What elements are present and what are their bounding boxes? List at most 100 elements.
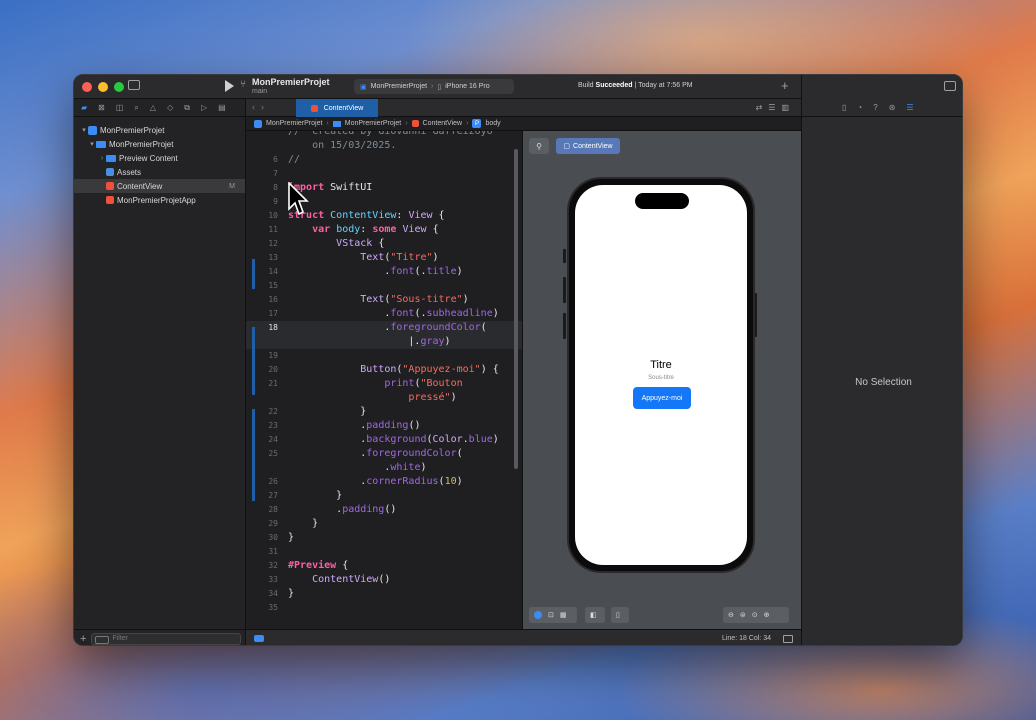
code-line[interactable]: 21 print("Bouton	[246, 377, 522, 391]
tree-item-contentview[interactable]: ContentView M	[74, 179, 245, 193]
breadcrumb-item[interactable]: MonPremierProjet	[345, 120, 401, 127]
code-line[interactable]: on 15/03/2025.	[246, 139, 522, 153]
chevron-right-icon[interactable]: ›	[98, 155, 106, 162]
close-button[interactable]	[82, 81, 92, 92]
panel-toggle-icon[interactable]	[783, 635, 793, 643]
tree-item-assets[interactable]: Assets	[74, 165, 245, 179]
tree-item-preview-content[interactable]: › Preview Content	[74, 151, 245, 165]
code-scrollbar[interactable]	[514, 149, 518, 469]
folder-icon[interactable]: ▰	[81, 103, 87, 112]
line-number: 11	[268, 225, 278, 234]
code-line[interactable]: 17 .font(.subheadline)	[246, 307, 522, 321]
code-line[interactable]: 29 }	[246, 517, 522, 531]
preview-chip[interactable]: ▢ ContentView	[556, 138, 620, 154]
zoom-out-icon[interactable]: ⊖	[728, 611, 734, 619]
code-text: Text("Sous-titre")	[360, 294, 469, 305]
code-line[interactable]: 35	[246, 601, 522, 615]
code-line[interactable]: 11 var body: some View {	[246, 223, 522, 237]
code-line[interactable]: 6 //	[246, 153, 522, 167]
code-line[interactable]: // Created by Giovanni Gaffeizoyo	[246, 131, 522, 139]
code-line[interactable]: 26 .cornerRadius(10)	[246, 475, 522, 489]
chevron-down-icon[interactable]: ▾	[80, 126, 88, 134]
preview-title: Titre	[650, 359, 672, 371]
editor-options-icon[interactable]: ⇄☰▥	[756, 103, 795, 112]
code-line[interactable]: 7	[246, 167, 522, 181]
device-icon[interactable]: ▯	[616, 611, 620, 619]
report-icon[interactable]: ▤	[218, 103, 226, 112]
code-line[interactable]: 18 .foregroundColor(	[246, 321, 522, 335]
code-line[interactable]: 23 .padding()	[246, 419, 522, 433]
code-line[interactable]: .white)	[246, 461, 522, 475]
help-icon[interactable]: ?	[873, 103, 877, 112]
code-line[interactable]: 31	[246, 545, 522, 559]
pin-icon[interactable]: ⚲	[529, 138, 549, 154]
search-icon[interactable]: ⌕	[134, 103, 138, 113]
nav-arrows-icon[interactable]: ‹›	[252, 102, 270, 112]
code-line[interactable]: 27 }	[246, 489, 522, 503]
code-line[interactable]: 16 Text("Sous-titre")	[246, 293, 522, 307]
code-text: struct ContentView: View {	[288, 210, 445, 221]
preview-button[interactable]: Appuyez-moi	[633, 387, 691, 409]
line-number: 21	[268, 379, 278, 388]
code-line[interactable]: 22 }	[246, 405, 522, 419]
code-line[interactable]: 15	[246, 279, 522, 293]
tree-item-app[interactable]: MonPremierProjetApp	[74, 193, 245, 207]
sidebar-toggle-icon[interactable]	[128, 80, 140, 90]
source-control-icon[interactable]: ⊠	[98, 103, 105, 112]
line-number: 30	[268, 533, 278, 542]
breakpoint-icon[interactable]: ▷	[201, 103, 207, 112]
breadcrumb-item[interactable]: MonPremierProjet	[266, 120, 322, 127]
chevron-down-icon[interactable]: ▾	[88, 140, 96, 148]
breadcrumb-item[interactable]: body	[485, 120, 500, 127]
live-mode-icon[interactable]	[534, 611, 542, 619]
zoom-fit-icon[interactable]: ⊙	[752, 611, 758, 619]
add-icon[interactable]: +	[781, 78, 789, 93]
code-line[interactable]: 34}	[246, 587, 522, 601]
filter-input[interactable]: Filter	[91, 632, 242, 645]
code-line[interactable]: 19	[246, 349, 522, 363]
code-line[interactable]: 20 Button("Appuyez-moi") {	[246, 363, 522, 377]
swift-file-icon	[411, 120, 419, 127]
line-number: 26	[268, 477, 278, 486]
add-file-icon[interactable]: +	[80, 633, 86, 645]
code-text: on 15/03/2025.	[288, 140, 397, 151]
minimize-button[interactable]	[98, 81, 108, 92]
device-settings-icon[interactable]: ◧	[590, 611, 597, 619]
scheme-selector[interactable]: ▣ MonPremierProjet › ▯ iPhone 16 Pro	[354, 79, 514, 94]
history-icon[interactable]: ◔	[857, 103, 862, 112]
code-line[interactable]: |.gray)	[246, 335, 522, 349]
test-icon[interactable]: ◇	[167, 103, 173, 112]
file-inspector-icon[interactable]: ▯	[842, 103, 846, 112]
debug-area-icon[interactable]	[254, 635, 264, 642]
debug-icon[interactable]: ⧉	[184, 103, 190, 113]
code-line[interactable]: 12 VStack {	[246, 237, 522, 251]
zoom-in-icon[interactable]: ⊕	[764, 611, 770, 619]
code-line[interactable]: 24 .background(Color.blue)	[246, 433, 522, 447]
bookmark-icon[interactable]: ◫	[116, 103, 124, 112]
tab-contentview[interactable]: ContentView	[296, 99, 378, 117]
code-line[interactable]: 33 ContentView()	[246, 573, 522, 587]
code-line[interactable]: 13 Text("Titre")	[246, 251, 522, 265]
size-inspector-icon[interactable]: ☰	[906, 103, 913, 112]
code-line[interactable]: 32 #Preview {	[246, 559, 522, 573]
tree-item-group[interactable]: ▾ MonPremierProjet	[74, 137, 245, 151]
code-line[interactable]: 14 .font(.title)	[246, 265, 522, 279]
issue-icon[interactable]: △	[150, 103, 156, 112]
zoom-100-icon[interactable]: ⊜	[740, 611, 746, 619]
attributes-icon[interactable]: ⊛	[889, 103, 896, 112]
project-title[interactable]: MonPremierProjet main	[252, 77, 330, 95]
run-button[interactable]	[225, 80, 234, 92]
code-line[interactable]: 30}	[246, 531, 522, 545]
zoom-button[interactable]	[114, 81, 124, 92]
code-line[interactable]: 25 .foregroundColor(	[246, 447, 522, 461]
code-line[interactable]: pressé")	[246, 391, 522, 405]
inspector-toggle-icon[interactable]	[944, 81, 956, 91]
tree-item-project[interactable]: ▾ MonPremierProjet	[74, 123, 245, 137]
line-number: 18	[268, 323, 278, 332]
variants-icon[interactable]: ▦	[560, 611, 567, 619]
breadcrumb-item[interactable]: ContentView	[423, 120, 463, 127]
selectable-mode-icon[interactable]: ⊡	[548, 611, 554, 619]
code-text: }	[288, 588, 295, 599]
code-text: }	[288, 406, 367, 417]
code-line[interactable]: 28 .padding()	[246, 503, 522, 517]
